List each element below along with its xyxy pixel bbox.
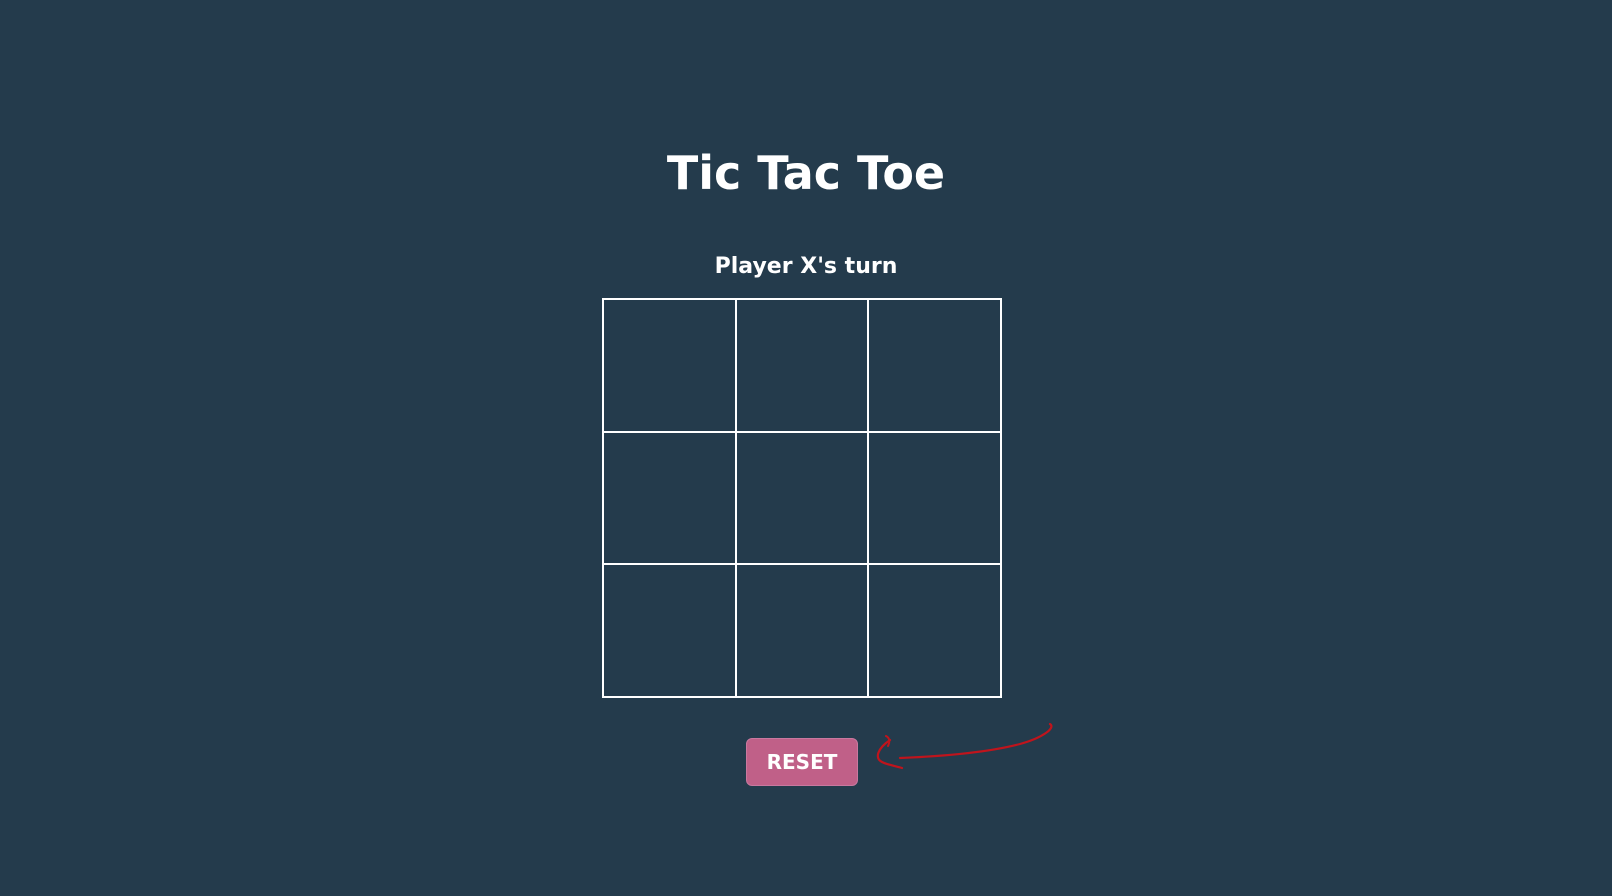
turn-status: Player X's turn	[714, 254, 898, 279]
page-title: Tic Tac Toe	[666, 146, 946, 200]
board-cell-8[interactable]	[735, 564, 869, 697]
board-cell-9[interactable]	[868, 564, 1001, 697]
board-cell-1[interactable]	[603, 299, 736, 432]
board-cell-4[interactable]	[603, 431, 736, 565]
reset-button[interactable]: RESET	[746, 738, 858, 786]
board-cell-7[interactable]	[603, 564, 736, 697]
game-page: Tic Tac Toe Player X's turn RESET	[0, 0, 1612, 896]
board-cell-2[interactable]	[735, 299, 869, 432]
board-cell-6[interactable]	[868, 431, 1001, 565]
red-arrow-annotation-icon	[876, 722, 1053, 770]
board-cell-5[interactable]	[735, 431, 869, 565]
game-board	[602, 298, 1002, 698]
board-cell-3[interactable]	[868, 299, 1001, 432]
